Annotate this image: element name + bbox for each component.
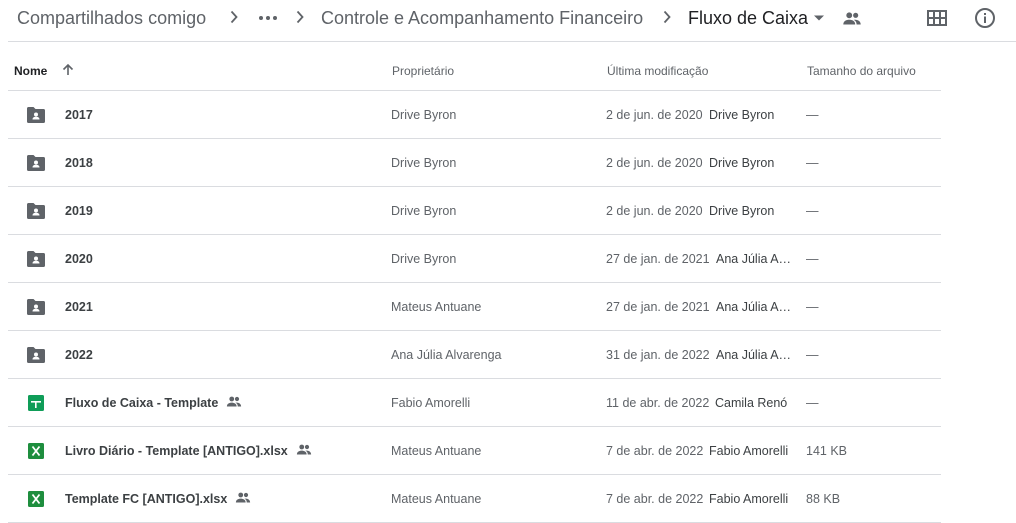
shared-people-icon (235, 492, 251, 503)
modified-date: 27 de jan. de 2021 (606, 252, 710, 266)
shared-folder-icon (27, 203, 45, 219)
modified-by: Fabio Amorelli (709, 444, 789, 458)
file-size: — (806, 348, 819, 362)
google-sheets-icon (28, 395, 44, 411)
file-size: 141 KB (806, 444, 848, 458)
top-bar: Compartilhados comigo Controle e Acompan… (0, 0, 1016, 38)
file-row[interactable]: Livro Diário - Template [ANTIGO].xlsx Mat… (8, 427, 941, 475)
modified-date: 11 de abr. de 2022 (606, 396, 710, 410)
shared-people-icon (843, 12, 861, 25)
breadcrumb-shared-with-me[interactable]: Compartilhados comigo (17, 7, 206, 29)
modified-by: Ana Júlia A… (716, 252, 792, 266)
excel-file-icon (28, 443, 44, 459)
modified-date: 27 de jan. de 2021 (606, 300, 710, 314)
folder-row[interactable]: 2017 Drive Byron 2 de jun. de 2020 Drive By… (8, 91, 941, 139)
more-folders-icon[interactable] (257, 8, 279, 28)
shared-folder-icon (27, 107, 45, 123)
chevron-right-icon (663, 10, 671, 24)
column-header-file-size[interactable]: Tamanho do arquivo (807, 64, 916, 78)
file-owner: Mateus Antuane (391, 300, 482, 314)
modified-by: Camila Renó (715, 396, 788, 410)
file-name: 2021 (65, 300, 93, 314)
file-owner: Drive Byron (391, 252, 457, 266)
modified-date: 7 de abr. de 2022 (606, 444, 704, 458)
grid-view-icon[interactable] (925, 6, 949, 30)
file-name: 2018 (65, 156, 93, 170)
breadcrumb-current-folder[interactable]: Fluxo de Caixa (688, 7, 808, 29)
dropdown-caret-icon[interactable] (813, 12, 825, 24)
shared-people-icon (296, 444, 312, 455)
folder-row[interactable]: 2019 Drive Byron 2 de jun. de 2020 Drive By… (8, 187, 941, 235)
file-size: 88 KB (806, 492, 841, 506)
file-owner: Ana Júlia Alvarenga (391, 348, 502, 362)
modified-by: Ana Júlia A… (716, 348, 792, 362)
info-icon[interactable] (973, 6, 997, 30)
modified-date: 2 de jun. de 2020 (606, 108, 703, 122)
folder-row[interactable]: 2022 Ana Júlia Alvarenga 31 de jan. de 202… (8, 331, 941, 379)
file-name: Fluxo de Caixa - Template (65, 396, 219, 410)
shared-people-icon (226, 396, 242, 407)
shared-folder-icon (27, 299, 45, 315)
column-header-name[interactable]: Nome (14, 64, 47, 78)
shared-folder-icon (27, 347, 45, 363)
file-name: 2017 (65, 108, 93, 122)
modified-by: Fabio Amorelli (709, 492, 789, 506)
folder-row[interactable]: 2018 Drive Byron 2 de jun. de 2020 Drive By… (8, 139, 941, 187)
file-name: Template FC [ANTIGO].xlsx (65, 492, 228, 506)
header-divider (8, 41, 1016, 42)
excel-file-icon (28, 491, 44, 507)
modified-by: Drive Byron (709, 204, 775, 218)
sort-ascending-arrow-icon[interactable] (60, 62, 76, 78)
file-size: — (806, 252, 819, 266)
file-row[interactable]: Template FC [ANTIGO].xlsx Mateus Antuane 7… (8, 475, 941, 523)
breadcrumb-parent-folder[interactable]: Controle e Acompanhamento Financeiro (321, 7, 643, 29)
column-header-owner[interactable]: Proprietário (392, 64, 454, 78)
modified-by: Drive Byron (709, 156, 775, 170)
chevron-right-icon (296, 10, 304, 24)
modified-by: Drive Byron (709, 108, 775, 122)
file-name: 2020 (65, 252, 93, 266)
modified-by: Ana Júlia A… (716, 300, 792, 314)
folder-row[interactable]: 2021 Mateus Antuane 27 de jan. de 2021 Ana … (8, 283, 941, 331)
file-row[interactable]: Fluxo de Caixa - Template Fabio Amorelli 1… (8, 379, 941, 427)
file-name: 2019 (65, 204, 93, 218)
column-header-last-modified[interactable]: Última modificação (607, 64, 708, 78)
file-owner: Drive Byron (391, 204, 457, 218)
chevron-right-icon (230, 10, 238, 24)
file-owner: Fabio Amorelli (391, 396, 471, 410)
modified-date: 7 de abr. de 2022 (606, 492, 704, 506)
file-size: — (806, 156, 819, 170)
folder-row[interactable]: 2020 Drive Byron 27 de jan. de 2021 Ana Júl… (8, 235, 941, 283)
file-size: — (806, 108, 819, 122)
file-size: — (806, 396, 819, 410)
file-owner: Drive Byron (391, 108, 457, 122)
file-size: — (806, 204, 819, 218)
file-name: Livro Diário - Template [ANTIGO].xlsx (65, 444, 288, 458)
file-size: — (806, 300, 819, 314)
file-owner: Mateus Antuane (391, 444, 482, 458)
file-owner: Drive Byron (391, 156, 457, 170)
shared-folder-icon (27, 155, 45, 171)
modified-date: 2 de jun. de 2020 (606, 204, 703, 218)
modified-date: 2 de jun. de 2020 (606, 156, 703, 170)
file-owner: Mateus Antuane (391, 492, 482, 506)
file-name: 2022 (65, 348, 93, 362)
modified-date: 31 de jan. de 2022 (606, 348, 710, 362)
shared-folder-icon (27, 251, 45, 267)
